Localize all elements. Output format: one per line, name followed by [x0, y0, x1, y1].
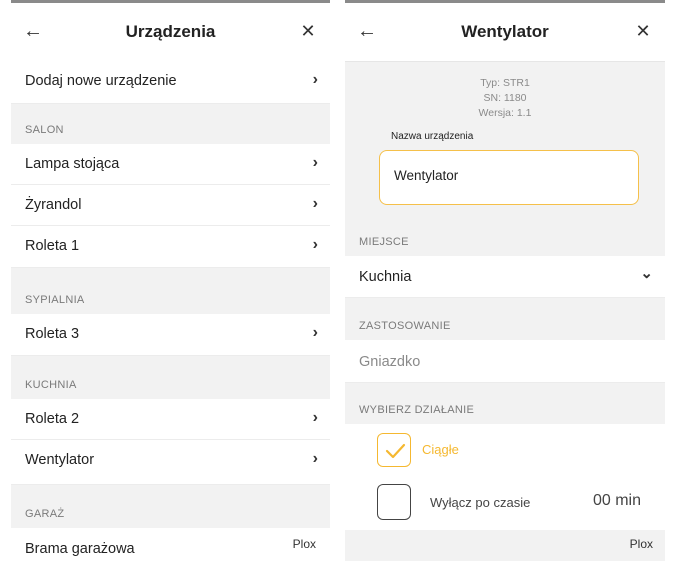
device-type: Typ: STR1 [480, 77, 530, 89]
chevron-right-icon: › [312, 195, 318, 212]
device-item[interactable]: Lampa stojąca › [11, 144, 330, 185]
device-label: Brama garażowa [25, 541, 135, 557]
chevron-right-icon: › [312, 324, 318, 341]
section-header-place: MIEJSCE [345, 222, 665, 256]
chevron-down-icon: ⌄ [640, 265, 653, 282]
device-name-label: Nazwa urządzenia [391, 131, 474, 142]
timer-checkbox[interactable] [377, 484, 411, 520]
chevron-right-icon: › [312, 236, 318, 253]
device-label: Roleta 1 [25, 238, 80, 254]
header: ← Urządzenia ✕ [11, 3, 330, 62]
page-title: Wentylator [461, 22, 549, 41]
chevron-right-icon: › [312, 409, 318, 426]
device-serial: SN: 1180 [483, 92, 527, 104]
device-item[interactable]: Roleta 3 › [11, 314, 330, 356]
usage-field[interactable]: Gniazdko [345, 340, 665, 383]
header: ← Wentylator ✕ [345, 3, 665, 62]
timer-value[interactable]: 00 min [593, 492, 641, 510]
device-version: Wersja: 1.1 [478, 107, 532, 119]
close-icon[interactable]: ✕ [631, 19, 655, 43]
chevron-right-icon: › [312, 450, 318, 467]
close-icon[interactable]: ✕ [296, 19, 320, 43]
add-device-label: Dodaj nowe urządzenie [25, 73, 177, 89]
add-device-button[interactable]: Dodaj nowe urządzenie › [11, 61, 330, 104]
section-label: KUCHNIA [25, 379, 77, 391]
continuous-option-label[interactable]: Ciągłe [422, 442, 459, 457]
section-label: SALON [25, 124, 64, 136]
timer-option-label[interactable]: Wyłącz po czasie [430, 495, 530, 510]
device-name-field[interactable] [379, 150, 639, 205]
device-label: Wentylator [25, 452, 95, 468]
device-item[interactable]: Roleta 1 › [11, 226, 330, 268]
device-label: Roleta 2 [25, 411, 80, 427]
device-label: Żyrandol [25, 197, 82, 213]
check-icon [385, 443, 406, 459]
section-header-usage: ZASTOSOWANIE [345, 298, 665, 340]
device-item[interactable]: Wentylator › [11, 440, 330, 485]
devices-screen: ← Urządzenia ✕ Dodaj nowe urządzenie › S… [11, 0, 330, 561]
section-header-action: WYBIERZ DZIAŁANIE [345, 383, 665, 424]
device-name-input[interactable] [394, 168, 614, 183]
device-item[interactable]: Brama garażowa [11, 528, 330, 561]
usage-value: Gniazdko [359, 354, 421, 370]
brand-label: Plox [629, 537, 653, 551]
section-label: SYPIALNIA [25, 294, 85, 306]
brand-label: Plox [292, 537, 316, 551]
footer-bar [345, 530, 665, 561]
device-item[interactable]: Żyrandol › [11, 185, 330, 226]
place-select[interactable]: Kuchnia ⌄ [345, 256, 665, 298]
continuous-checkbox[interactable] [377, 433, 411, 467]
device-detail-screen: ← Wentylator ✕ Typ: STR1 SN: 1180 Wersja… [345, 0, 665, 561]
page-title: Urządzenia [125, 22, 216, 41]
place-value: Kuchnia [359, 269, 412, 285]
back-arrow-icon[interactable]: ← [357, 19, 381, 43]
device-label: Lampa stojąca [25, 156, 120, 172]
section-label: GARAŻ [25, 508, 65, 520]
section-header-salon: SALON [11, 104, 330, 144]
chevron-right-icon: › [312, 71, 318, 88]
device-item[interactable]: Roleta 2 › [11, 399, 330, 440]
device-label: Roleta 3 [25, 326, 80, 342]
section-label: ZASTOSOWANIE [359, 320, 451, 332]
chevron-right-icon: › [312, 154, 318, 171]
section-label: WYBIERZ DZIAŁANIE [359, 404, 475, 416]
section-header-garaz: GARAŻ [11, 485, 330, 528]
section-label: MIEJSCE [359, 236, 409, 248]
section-header-sypialnia: SYPIALNIA [11, 268, 330, 314]
section-header-kuchnia: KUCHNIA [11, 356, 330, 399]
back-arrow-icon[interactable]: ← [23, 19, 47, 43]
